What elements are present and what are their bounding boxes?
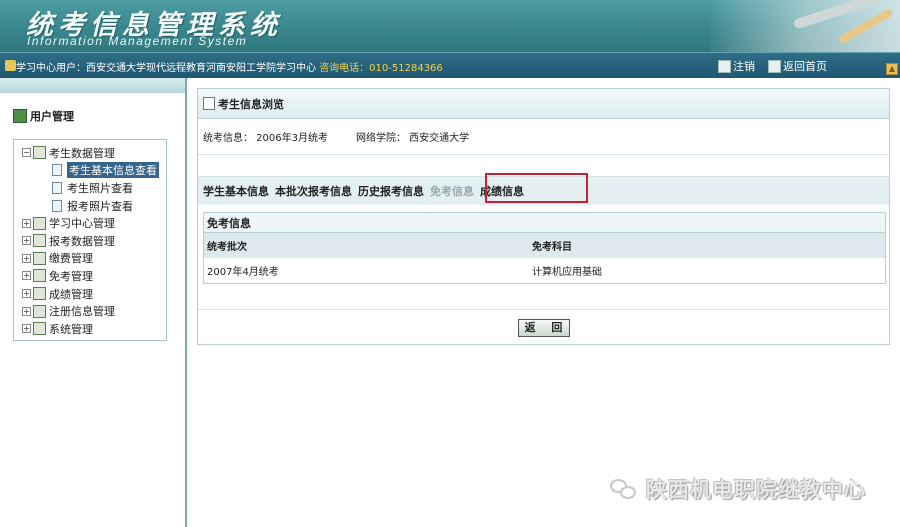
tree-item-payment[interactable]: + 缴费管理 xyxy=(14,250,166,268)
watermark-text: 陕西机电职院继教中心 xyxy=(646,478,866,502)
tree-item-label: 注册信息管理 xyxy=(49,305,115,319)
expand-icon[interactable]: + xyxy=(22,236,31,246)
home-icon xyxy=(768,59,781,73)
school-info: 网络学院： 西安交通大学 xyxy=(356,133,470,144)
table-header-row: 统考批次 免考科目 xyxy=(204,233,885,258)
back-button[interactable]: 返 回 xyxy=(517,318,570,337)
home-label: 返回首页 xyxy=(783,60,827,73)
header-banner: 统考信息管理系统 Information Management System xyxy=(0,0,900,52)
sidebar-title-label: 用户管理 xyxy=(30,110,74,123)
expand-icon[interactable]: + xyxy=(22,218,31,228)
tree-item-label: 成绩管理 xyxy=(49,287,93,301)
user-icon xyxy=(5,60,16,71)
tree-item-label: 报考数据管理 xyxy=(49,234,115,248)
table-row: 2007年4月统考 计算机应用基础 xyxy=(204,258,885,283)
page-title: 考生信息浏览 xyxy=(218,97,284,111)
tree-item-label: 缴费管理 xyxy=(49,252,93,266)
table-caption: 免考信息 xyxy=(204,213,885,233)
folder-icon xyxy=(33,216,46,230)
tree-item-system[interactable]: + 系统管理 xyxy=(14,320,166,338)
home-link[interactable]: 返回首页 xyxy=(768,58,827,74)
user-label: 学习中心用户：西安交通大学现代远程教育河南安阳工学院学习中心 xyxy=(16,63,316,74)
column-header: 统考批次 xyxy=(207,242,247,253)
nav-tree: − 考生数据管理 考生基本信息查看 考生照片查看 报考照片查看 + 学习中心管理 +… xyxy=(13,139,167,341)
edit-icon xyxy=(203,97,215,110)
exam-batch-info: 统考信息： 2006年3月统考 xyxy=(203,133,328,144)
sidebar-strip xyxy=(0,78,185,93)
tree-item-label: 系统管理 xyxy=(49,322,93,336)
expand-icon[interactable]: + xyxy=(22,306,31,316)
panel-header: 考生信息浏览 xyxy=(198,89,889,119)
sidebar-title: 用户管理 xyxy=(13,108,74,124)
info-tabs: 学生基本信息 本批次报考信息 历史报考信息 免考信息 成绩信息 xyxy=(198,173,889,205)
user-info: 学习中心用户：西安交通大学现代远程教育河南安阳工学院学习中心 咨询电话：010-… xyxy=(16,59,443,74)
tree-item-exemption[interactable]: + 免考管理 xyxy=(14,267,166,285)
scroll-up-icon[interactable]: ▲ xyxy=(886,63,898,75)
button-row: 返 回 xyxy=(198,309,889,345)
expand-icon[interactable]: + xyxy=(22,253,31,263)
expand-icon[interactable]: + xyxy=(22,324,31,334)
tree-item-scores[interactable]: + 成绩管理 xyxy=(14,285,166,303)
tree-item-label: 考生照片查看 xyxy=(67,181,133,195)
logout-icon xyxy=(718,59,731,73)
tree-item-registration-data[interactable]: + 报考数据管理 xyxy=(14,232,166,250)
table-cell: 2007年4月统考 xyxy=(207,267,279,278)
table-cell: 计算机应用基础 xyxy=(532,267,602,278)
tab-exemption[interactable]: 免考信息 xyxy=(430,183,474,199)
tree-item-center[interactable]: + 学习中心管理 xyxy=(14,214,166,232)
tree-item-exam-photo[interactable]: 报考照片查看 xyxy=(14,197,166,215)
tab-basic-info[interactable]: 学生基本信息 xyxy=(203,183,269,199)
tree-item-student-data[interactable]: − 考生数据管理 xyxy=(14,144,166,162)
folder-icon xyxy=(33,269,46,283)
watermark: 陕西机电职院继教中心 xyxy=(610,474,866,504)
page-icon xyxy=(52,164,62,177)
tree-item-label: 考生基本信息查看 xyxy=(67,162,159,179)
folder-icon xyxy=(33,287,46,301)
column-header: 免考科目 xyxy=(532,242,572,253)
expand-icon[interactable]: + xyxy=(22,289,31,299)
collapse-icon[interactable]: − xyxy=(22,148,31,158)
tab-current-registration[interactable]: 本批次报考信息 xyxy=(275,183,352,199)
sidebar: 用户管理 − 考生数据管理 考生基本信息查看 考生照片查看 报考照片查看 + 学习中… xyxy=(0,78,187,527)
page-icon xyxy=(52,181,62,194)
tree-item-label: 考生数据管理 xyxy=(49,146,115,160)
folder-icon xyxy=(33,251,46,265)
app-subtitle: Information Management System xyxy=(27,34,248,48)
tree-item-label: 免考管理 xyxy=(49,269,93,283)
folder-icon xyxy=(33,304,46,318)
tab-scores[interactable]: 成绩信息 xyxy=(480,183,524,199)
tree-item-label: 报考照片查看 xyxy=(67,199,133,213)
folder-icon xyxy=(33,234,46,248)
tree-item-label: 学习中心管理 xyxy=(49,217,115,231)
folder-icon xyxy=(33,322,46,336)
tab-history-registration[interactable]: 历史报考信息 xyxy=(358,183,424,199)
tree-item-photo-view[interactable]: 考生照片查看 xyxy=(14,179,166,197)
expand-icon[interactable]: + xyxy=(22,271,31,281)
logout-link[interactable]: 注销 xyxy=(718,58,755,74)
phone-label: 咨询电话：010-51284366 xyxy=(319,63,443,74)
main-panel: 考生信息浏览 统考信息： 2006年3月统考 网络学院： 西安交通大学 学生基本信… xyxy=(197,88,890,345)
user-manage-icon xyxy=(13,109,27,123)
exam-info: 统考信息： 2006年3月统考 网络学院： 西安交通大学 xyxy=(198,119,889,155)
wechat-icon xyxy=(610,477,640,501)
page-icon xyxy=(52,199,62,212)
folder-icon xyxy=(33,146,46,160)
tree-item-enrollment[interactable]: + 注册信息管理 xyxy=(14,302,166,320)
top-bar: 学习中心用户：西安交通大学现代远程教育河南安阳工学院学习中心 咨询电话：010-… xyxy=(0,52,900,78)
spacer-row xyxy=(198,155,889,177)
tree-item-basic-info[interactable]: 考生基本信息查看 xyxy=(14,162,166,180)
logout-label: 注销 xyxy=(733,60,755,73)
exemption-table: 免考信息 统考批次 免考科目 2007年4月统考 计算机应用基础 xyxy=(203,212,886,284)
